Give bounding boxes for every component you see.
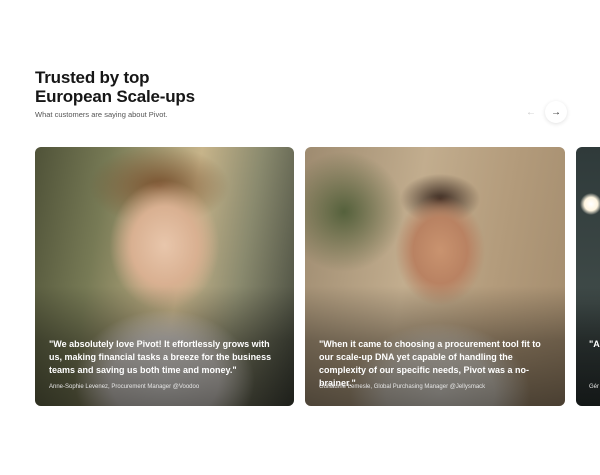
- testimonial-author: Anne-Sophie Levenez, Procurement Manager…: [49, 384, 200, 390]
- arrow-right-icon: →: [551, 106, 561, 118]
- carousel-prev-button[interactable]: ←: [520, 101, 542, 123]
- section-title-line-2: European Scale-ups: [35, 87, 195, 106]
- testimonial-author: Guillaume Lemesle, Global Purchasing Man…: [319, 384, 486, 390]
- testimonial-quote: "When it came to choosing a procurement …: [319, 339, 541, 388]
- carousel-next-button[interactable]: →: [545, 101, 567, 123]
- section-title: Trusted by top European Scale-ups: [35, 68, 195, 106]
- testimonial-card: "When it came to choosing a procurement …: [305, 147, 565, 406]
- section-title-line-1: Trusted by top: [35, 68, 150, 87]
- testimonial-quote: "As spe sto tha: [589, 339, 600, 349]
- arrow-left-icon: ←: [526, 106, 536, 118]
- testimonial-card: "We absolutely love Pivot! It effortless…: [35, 147, 294, 406]
- testimonial-quote: "We absolutely love Pivot! It effortless…: [49, 339, 272, 375]
- testimonial-author: Gér: [589, 384, 600, 390]
- section-subtitle: What customers are saying about Pivot.: [35, 110, 168, 119]
- testimonial-card: "As spe sto tha Gér: [576, 147, 600, 406]
